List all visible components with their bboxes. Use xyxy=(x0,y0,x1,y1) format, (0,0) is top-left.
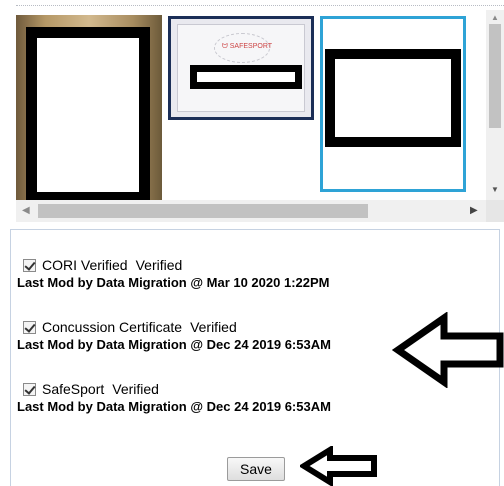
divider xyxy=(16,5,504,6)
verification-status: Verified xyxy=(112,381,159,397)
save-button[interactable]: Save xyxy=(227,457,285,481)
vertical-scrollbar[interactable]: ▲ ▼ xyxy=(486,10,504,200)
annotation-arrow-icon xyxy=(300,446,377,486)
vertical-scroll-thumb[interactable] xyxy=(489,24,501,128)
scroll-right-icon[interactable]: ▶ xyxy=(470,205,478,216)
verification-status: Verified xyxy=(190,319,237,335)
verification-item-cori: CORI Verified Verified Last Mod by Data … xyxy=(17,256,487,292)
verification-name: CORI Verified xyxy=(42,257,128,273)
redaction-box xyxy=(325,49,461,147)
horizontal-scrollbar[interactable]: ◀ ▶ xyxy=(16,200,486,222)
last-modified-text: Last Mod by Data Migration @ Dec 24 2019… xyxy=(17,399,331,414)
cori-checkbox[interactable] xyxy=(23,258,36,272)
last-modified-text: Last Mod by Data Migration @ Mar 10 2020… xyxy=(17,275,330,290)
thumbnail-strip: ᗢ SAFESPORT xyxy=(16,10,486,205)
thumbnail-document-selected[interactable] xyxy=(320,16,466,192)
thumbnail-photo[interactable] xyxy=(16,15,162,205)
redaction-box xyxy=(26,27,150,203)
verification-name: Concussion Certificate xyxy=(42,319,183,335)
redaction-box xyxy=(190,65,302,89)
verification-name: SafeSport xyxy=(42,381,105,397)
annotation-arrow-icon xyxy=(392,312,504,388)
scroll-up-icon[interactable]: ▲ xyxy=(491,13,499,22)
safesport-checkbox[interactable] xyxy=(23,382,36,396)
verification-status: Verified xyxy=(135,257,183,273)
scrollbar-corner xyxy=(486,200,504,222)
scroll-left-icon[interactable]: ◀ xyxy=(22,205,30,216)
certificate-preview: ᗢ SAFESPORT xyxy=(177,24,305,112)
document-gallery: ᗢ SAFESPORT ▲ ▼ ◀ ▶ xyxy=(16,0,504,224)
thumbnail-certificate[interactable]: ᗢ SAFESPORT xyxy=(168,16,314,120)
scroll-down-icon[interactable]: ▼ xyxy=(491,185,499,194)
horizontal-scroll-thumb[interactable] xyxy=(38,204,368,218)
certificate-logo: ᗢ SAFESPORT xyxy=(222,43,273,50)
concussion-checkbox[interactable] xyxy=(23,320,36,334)
